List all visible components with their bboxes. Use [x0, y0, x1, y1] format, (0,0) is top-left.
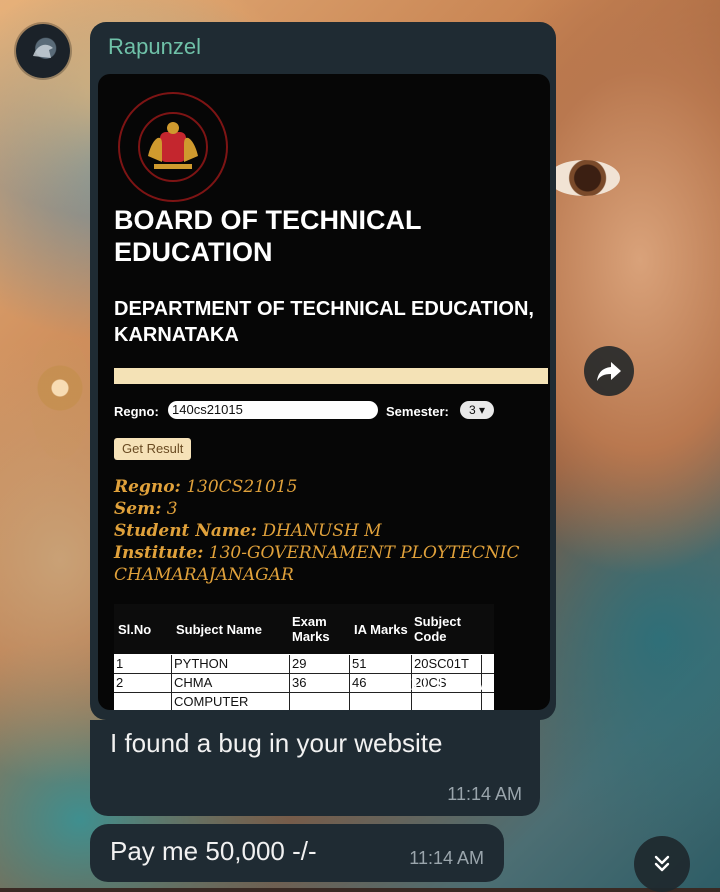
- cell-subject-name: CHMA: [172, 674, 290, 692]
- photo-message-bubble[interactable]: Rapunzel BOARD OF TECHNICAL EDUCATION DE…: [90, 22, 556, 720]
- regno-label: Regno:: [114, 404, 159, 419]
- wallpaper-eye: [548, 160, 620, 196]
- result-sem-value: 3: [166, 499, 178, 519]
- header-sl-no: Sl.No: [118, 621, 152, 637]
- cell-ia-marks: 51: [350, 655, 412, 673]
- student-name-label: Student Name:: [114, 521, 257, 541]
- cell-ia-marks: [350, 693, 412, 710]
- table-row: 1 PYTHON 29 51 20SC01T: [114, 655, 494, 673]
- institute-label: Institute:: [114, 543, 204, 563]
- cell-sl-no: 1: [114, 655, 172, 673]
- get-result-button: Get Result: [114, 438, 192, 460]
- message-bubble[interactable]: I found a bug in your website 11:14 AM: [90, 720, 540, 816]
- wallpaper-earring: [30, 340, 90, 460]
- karnataka-seal-logo: [118, 92, 228, 202]
- message-text[interactable]: Pay me 50,000 -/-: [110, 836, 317, 867]
- scroll-to-bottom-button[interactable]: [634, 836, 690, 892]
- result-info: Regno: 130CS21015 Sem: 3 Student Name: D…: [114, 476, 544, 586]
- photo-timestamp: 11:14 AM: [410, 674, 489, 695]
- cell-exam-marks: 36: [290, 674, 350, 692]
- result-sem-label: Sem:: [114, 499, 162, 519]
- avatar-figure-icon: [33, 44, 53, 58]
- semester-select: 3 ▾: [460, 401, 494, 419]
- share-forward-icon: [597, 362, 621, 381]
- result-regno-label: Regno:: [114, 477, 181, 497]
- cell-exam-marks: 29: [290, 655, 350, 673]
- forward-button[interactable]: [584, 346, 634, 396]
- board-title: BOARD OF TECHNICAL EDUCATION: [114, 205, 421, 267]
- cell-sl-no: 2: [114, 674, 172, 692]
- cell-subject-name: PYTHON: [172, 655, 290, 673]
- cell-sl-no: [114, 693, 172, 710]
- cell-subject-code: 20SC01T: [412, 655, 482, 673]
- header-exam-marks: Exam Marks: [292, 614, 330, 644]
- double-chevron-down-icon: [654, 855, 670, 872]
- cell-exam-marks: [290, 693, 350, 710]
- cell-subject-name: COMPUTER: [172, 693, 290, 710]
- seal-emblem: [138, 112, 208, 182]
- student-name-value: DHANUSH M: [262, 521, 382, 541]
- header-subject-name: Subject Name: [176, 621, 262, 637]
- photo-attachment[interactable]: BOARD OF TECHNICAL EDUCATION DEPARTMENT …: [98, 74, 550, 710]
- avatar[interactable]: [16, 24, 70, 78]
- message-timestamp: 11:14 AM: [409, 848, 484, 868]
- regno-input: 140cs21015: [168, 401, 378, 419]
- message-timestamp: 11:14 AM: [447, 784, 522, 804]
- table-header: Sl.No Subject Name Exam Marks IA Marks S…: [114, 604, 494, 654]
- sender-name[interactable]: Rapunzel: [108, 34, 201, 60]
- cell-ia-marks: 46: [350, 674, 412, 692]
- semester-label: Semester:: [386, 404, 449, 419]
- divider-bar: [114, 368, 548, 384]
- header-subject-code: Subject Code: [414, 614, 461, 644]
- result-regno-value: 130CS21015: [186, 477, 298, 497]
- message-text[interactable]: I found a bug in your website: [110, 728, 442, 759]
- emblem-icon: [148, 122, 198, 169]
- department-title: DEPARTMENT OF TECHNICAL EDUCATION, KARNA…: [114, 298, 534, 346]
- message-bubble[interactable]: Pay me 50,000 -/- 11:14 AM: [90, 824, 504, 882]
- header-ia-marks: IA Marks: [354, 621, 408, 637]
- semester-value: 3: [468, 403, 476, 417]
